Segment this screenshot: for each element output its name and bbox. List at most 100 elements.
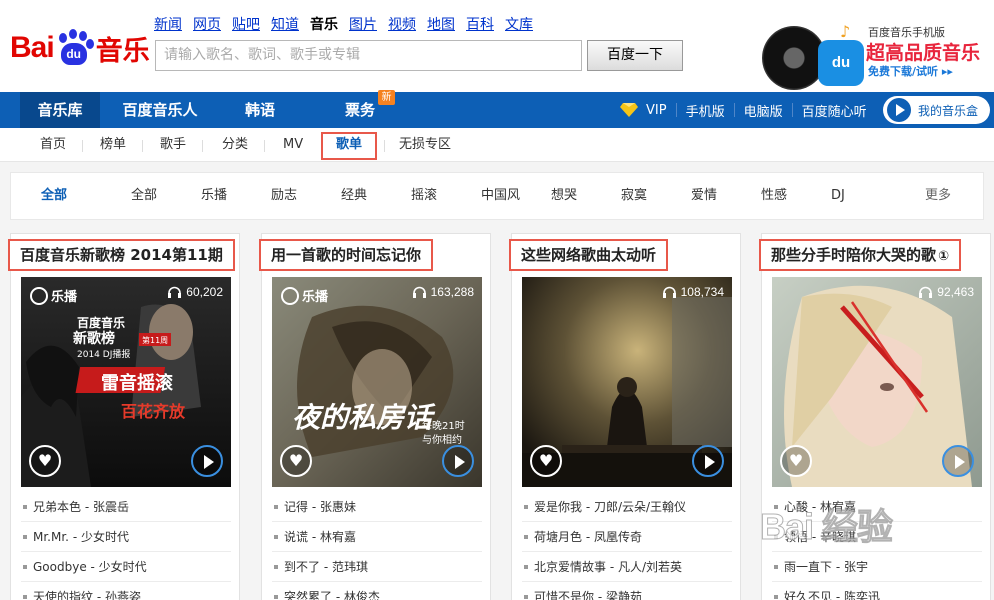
category-all-current[interactable]: 全部 [41, 173, 67, 219]
subnav-lossless[interactable]: 无损专区 [399, 128, 451, 162]
track-list: 记得 - 张惠妹 说谎 - 林宥嘉 到不了 - 范玮琪 突然累了 - 林俊杰 [272, 492, 482, 600]
play-button[interactable] [692, 445, 724, 477]
subnav-home[interactable]: 首页 [40, 128, 66, 162]
search-button[interactable]: 百度一下 [587, 40, 683, 71]
topnav-web[interactable]: 网页 [193, 14, 221, 34]
category-cry[interactable]: 想哭 [551, 173, 577, 219]
nav-divider [791, 103, 793, 117]
playlist-card[interactable]: 这些网络歌曲太动听 108,734 ♥ 爱是你我 - 刀郎/云朵/王翰仪 荷塘月… [509, 233, 741, 600]
subnav-mv[interactable]: MV [283, 128, 303, 162]
category-more[interactable]: 更多 [925, 173, 951, 219]
favorite-heart-button[interactable]: ♥ [780, 445, 812, 477]
subnav-singers[interactable]: 歌手 [160, 128, 186, 162]
track-item[interactable]: 记得 - 张惠妹 [272, 492, 482, 522]
topnav-news[interactable]: 新闻 [154, 14, 182, 34]
category-chinese-style[interactable]: 中国风 [481, 173, 520, 219]
category-inspirational[interactable]: 励志 [271, 173, 297, 219]
promo-line3: 免费下载/试听 ▸▸ [868, 65, 953, 78]
mobile-version-link[interactable]: 手机版 [686, 101, 725, 120]
track-item[interactable]: Mr.Mr. - 少女时代 [21, 522, 231, 552]
play-button[interactable] [942, 445, 974, 477]
track-item[interactable]: 爱是你我 - 刀郎/云朵/王翰仪 [522, 492, 732, 522]
topnav-zhidao[interactable]: 知道 [271, 14, 299, 34]
tab-korean[interactable]: 韩语 [230, 92, 290, 128]
playlist-cover[interactable]: 108,734 ♥ [522, 277, 732, 487]
topnav-baike[interactable]: 百科 [466, 14, 494, 34]
track-item[interactable]: 领悟 - 辛晓琪 [772, 522, 982, 552]
suixinting-link[interactable]: 百度随心听 [802, 101, 867, 120]
main-nav: 音乐库 百度音乐人 韩语 票务 新 VIP 手机版 电脑版 百度随心听 我的音乐… [0, 90, 994, 128]
subnav-divider [264, 140, 265, 152]
category-rock[interactable]: 摇滚 [411, 173, 437, 219]
category-love[interactable]: 爱情 [691, 173, 717, 219]
vip-diamond-icon [620, 103, 638, 117]
tab-music-library[interactable]: 音乐库 [20, 92, 100, 128]
track-item[interactable]: 北京爱情故事 - 凡人/刘若英 [522, 552, 732, 582]
playlist-cover[interactable]: 雷音摇滚 百花齐放 百度音乐 新歌榜 2014 DJ播报 第11周 乐播 60,… [21, 277, 231, 487]
my-music-box-button[interactable]: 我的音乐盒 [883, 96, 990, 124]
playlist-card[interactable]: 用一首歌的时间忘记你 夜的私房话 每晚21时 与你相约 乐播 163,288 ♥… [259, 233, 491, 600]
topnav-wenku[interactable]: 文库 [505, 14, 533, 34]
cover-text: 新歌榜 [73, 330, 115, 347]
mobile-app-promo[interactable]: ♪ du 百度音乐手机版 超高品质音乐 免费下载/试听 ▸▸ [760, 18, 994, 92]
listen-count-value: 163,288 [430, 285, 474, 299]
category-lonely[interactable]: 寂寞 [621, 173, 647, 219]
play-button[interactable] [442, 445, 474, 477]
playlist-card[interactable]: 百度音乐新歌榜 2014第11期 雷音摇滚 百花齐放 百度音乐 新歌榜 2014… [8, 233, 240, 600]
category-classic[interactable]: 经典 [341, 173, 367, 219]
cover-text: 雷音摇滚 [101, 372, 174, 394]
search-input[interactable]: 请输入歌名、歌词、歌手或专辑 [155, 40, 582, 71]
track-item[interactable]: Goodbye - 少女时代 [21, 552, 231, 582]
topnav-video[interactable]: 视频 [388, 14, 416, 34]
listen-count: 92,463 [919, 285, 974, 299]
listen-count: 108,734 [662, 285, 724, 299]
track-item[interactable]: 到不了 - 范玮琪 [272, 552, 482, 582]
category-all[interactable]: 全部 [131, 173, 157, 219]
track-item[interactable]: 兄弟本色 - 张震岳 [21, 492, 231, 522]
category-lebo[interactable]: 乐播 [201, 173, 227, 219]
playlist-title-text: 那些分手时陪你大哭的歌 [771, 246, 937, 264]
tab-musician[interactable]: 百度音乐人 [112, 92, 208, 128]
subnav-charts[interactable]: 榜单 [100, 128, 126, 162]
playlist-title[interactable]: 那些分手时陪你大哭的歌 ① [759, 239, 962, 271]
playlist-title[interactable]: 百度音乐新歌榜 2014第11期 [8, 239, 235, 271]
topnav-map[interactable]: 地图 [427, 14, 455, 34]
listen-count: 60,202 [168, 285, 223, 299]
playlist-cover[interactable]: 92,463 ♥ [772, 277, 982, 487]
pc-version-link[interactable]: 电脑版 [744, 101, 783, 120]
top-product-nav: 新闻 网页 贴吧 知道 音乐 图片 视频 地图 百科 文库 [154, 14, 544, 34]
track-item[interactable]: 荷塘月色 - 凤凰传奇 [522, 522, 732, 552]
category-dj[interactable]: DJ [831, 173, 845, 219]
logo-bai-text: Bai [10, 31, 55, 64]
playlist-card[interactable]: 那些分手时陪你大哭的歌 ① 92,463 ♥ 心酸 - 林宥嘉 领悟 - 辛晓琪 … [759, 233, 991, 600]
track-item[interactable]: 可惜不是你 - 梁静茹 [522, 582, 732, 600]
topnav-music[interactable]: 音乐 [310, 14, 338, 34]
subnav-playlists[interactable]: 歌单 [336, 128, 362, 162]
baidu-paw-icon: du [55, 29, 94, 67]
favorite-heart-button[interactable]: ♥ [530, 445, 562, 477]
subnav-categories[interactable]: 分类 [222, 128, 248, 162]
vip-link[interactable]: VIP [646, 103, 667, 118]
track-item[interactable]: 心酸 - 林宥嘉 [772, 492, 982, 522]
playlist-title[interactable]: 用一首歌的时间忘记你 [259, 239, 434, 271]
track-list: 爱是你我 - 刀郎/云朵/王翰仪 荷塘月色 - 凤凰传奇 北京爱情故事 - 凡人… [522, 492, 732, 600]
nav-divider [733, 103, 735, 117]
play-button[interactable] [191, 445, 223, 477]
cover-text: 百度音乐 [77, 315, 125, 330]
playlist-cover[interactable]: 夜的私房话 每晚21时 与你相约 乐播 163,288 ♥ [272, 277, 482, 487]
topnav-images[interactable]: 图片 [349, 14, 377, 34]
subnav-divider [202, 140, 203, 152]
track-item[interactable]: 雨一直下 - 张宇 [772, 552, 982, 582]
track-item[interactable]: 说谎 - 林宥嘉 [272, 522, 482, 552]
playlist-title[interactable]: 这些网络歌曲太动听 [509, 239, 669, 271]
track-item[interactable]: 突然累了 - 林俊杰 [272, 582, 482, 600]
baidu-music-logo[interactable]: Bai du 音乐 [10, 26, 150, 70]
favorite-heart-button[interactable]: ♥ [280, 445, 312, 477]
subnav-divider [82, 140, 83, 152]
topnav-tieba[interactable]: 贴吧 [232, 14, 260, 34]
favorite-heart-button[interactable]: ♥ [29, 445, 61, 477]
track-item[interactable]: 好久不见 - 陈奕迅 [772, 582, 982, 600]
category-sexy[interactable]: 性感 [761, 173, 787, 219]
nav-divider [675, 103, 677, 117]
track-item[interactable]: 天使的指纹 - 孙燕姿 [21, 582, 231, 600]
